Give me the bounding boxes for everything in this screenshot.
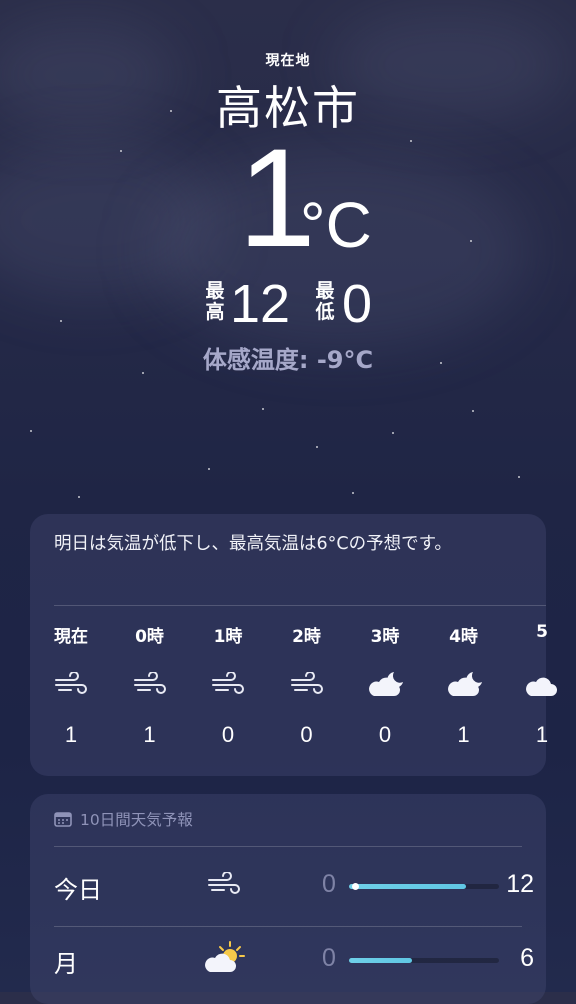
ten-day-forecast-card[interactable]: 10日間天気予報 今日 0 12 月 0 6 [30,794,546,1004]
day-label: 月 [54,950,78,978]
temperature-range-bar [349,883,499,890]
low-temperature: 0 [322,944,336,972]
hour-label: 2時 [292,627,321,647]
hourly-forecast-card[interactable]: 明日は気温が低下し、最高気温は6°Cの予想です。 現在 1 0時 1 1時 0 2時 0 3時 0… [30,514,557,776]
high-value: 12 [230,274,291,334]
current-temp-marker [352,883,359,890]
high-temperature: 6 [520,944,534,972]
temperature-range-fill [349,884,466,889]
high-label: 最高 [205,280,225,323]
temperature-range-bar [349,958,499,963]
cloud-icon [520,666,564,702]
cloud-moon-icon [442,666,486,702]
low-value: 0 [342,274,373,334]
hour-temperature: 1 [535,722,549,747]
high-temperature: 12 [506,870,534,898]
hour-temperature: 1 [457,722,470,747]
high-low-temperatures: 最高 12 最低 0 [0,274,576,338]
daily-forecast-row[interactable]: 今日 0 12 [54,850,534,920]
hour-temperature: 1 [143,722,156,747]
temperature-unit: °C [300,189,372,261]
hourly-item: 51 [507,622,576,748]
divider [54,846,522,847]
location-label: 現在地 [265,53,311,69]
hourly-item: 2時 0 [272,622,342,748]
hour-temperature: 0 [221,722,235,747]
daily-forecast-row[interactable]: 月 0 6 [54,924,534,994]
day-label: 今日 [54,876,102,904]
hourly-item: 3時 0 [350,622,420,748]
hour-label: 1時 [213,627,243,647]
wind-icon [49,666,93,702]
hour-label: 3時 [370,627,400,647]
hour-label: 現在 [54,627,88,647]
wind-icon [285,666,329,702]
hour-temperature: 1 [64,722,78,747]
hour-label: 5 [536,622,548,642]
forecast-summary: 明日は気温が低下し、最高気温は6°Cの予想です。 [54,534,452,554]
hourly-item: 1時 0 [193,622,263,748]
divider [54,605,546,606]
low-label: 最低 [315,280,335,323]
temperature-range-fill [349,958,412,963]
hourly-item: 4時 1 [429,622,499,748]
hour-temperature: 0 [378,722,392,747]
low-temperature: 0 [322,870,336,898]
hourly-item: 現在 1 [36,622,106,748]
forecast-title: 10日間天気予報 [80,811,193,829]
cloud-moon-icon [363,666,407,702]
forecast-header: 10日間天気予報 [54,808,193,830]
calendar-icon [54,812,72,827]
hour-label: 0時 [135,627,164,647]
wind-icon [128,666,172,702]
hourly-item: 0時 1 [115,622,185,748]
hour-label: 4時 [449,627,478,647]
wind-icon [206,666,250,702]
partly-sunny-icon [202,940,246,976]
current-temperature: 1 °C [0,128,576,278]
hour-temperature: 0 [300,722,313,747]
feels-like-temperature: 体感温度: -9°C [202,346,374,374]
wind-icon [202,866,246,902]
